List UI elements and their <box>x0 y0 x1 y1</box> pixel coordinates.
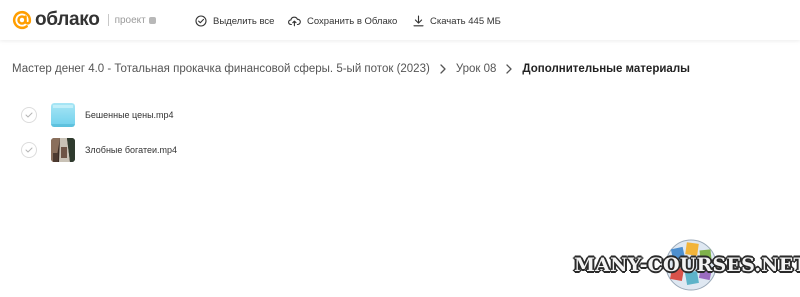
select-all-label: Выделить все <box>213 15 275 27</box>
project-badge-icon <box>148 17 156 24</box>
file-row[interactable]: Злобные богатеи.mp4 <box>21 137 177 163</box>
logo-divider <box>107 14 109 26</box>
logo[interactable]: облако проект <box>12 9 156 31</box>
check-circle-icon <box>195 15 207 27</box>
file-row[interactable]: Бешенные цены.mp4 <box>21 102 174 128</box>
select-all-button[interactable]: Выделить все <box>195 13 274 29</box>
cloud-upload-icon <box>288 16 301 27</box>
check-icon <box>25 147 33 153</box>
file-checkbox[interactable] <box>21 107 37 123</box>
check-icon <box>25 112 33 118</box>
download-icon <box>413 15 424 27</box>
breadcrumb: Мастер денег 4.0 - Тотальная прокачка фи… <box>12 61 690 77</box>
save-to-cloud-button[interactable]: Сохранить в Облако <box>288 13 397 29</box>
video-thumbnail <box>51 138 75 162</box>
breadcrumb-course[interactable]: Мастер денег 4.0 - Тотальная прокачка фи… <box>12 63 430 75</box>
top-bar: облако проект Выделить все Сохранить в О… <box>0 0 800 40</box>
logo-subtitle: проект <box>114 14 146 26</box>
file-checkbox[interactable] <box>21 142 37 158</box>
download-label: Скачать 445 МБ <box>430 15 501 27</box>
logo-name: облако <box>35 9 100 30</box>
chevron-right-icon <box>440 64 446 74</box>
download-button[interactable]: Скачать 445 МБ <box>413 13 501 29</box>
file-name[interactable]: Бешенные цены.mp4 <box>85 110 174 120</box>
watermark-logo: MANY-COURSES.NET <box>574 238 800 293</box>
breadcrumb-current: Дополнительные материалы <box>522 63 690 75</box>
save-to-cloud-label: Сохранить в Облако <box>307 15 398 27</box>
watermark-text: MANY-COURSES.NET <box>574 254 800 276</box>
at-sign-icon <box>12 10 32 30</box>
breadcrumb-lesson[interactable]: Урок 08 <box>456 63 497 75</box>
file-name[interactable]: Злобные богатеи.mp4 <box>85 145 177 155</box>
video-thumbnail <box>51 103 75 127</box>
chevron-right-icon <box>506 64 513 74</box>
